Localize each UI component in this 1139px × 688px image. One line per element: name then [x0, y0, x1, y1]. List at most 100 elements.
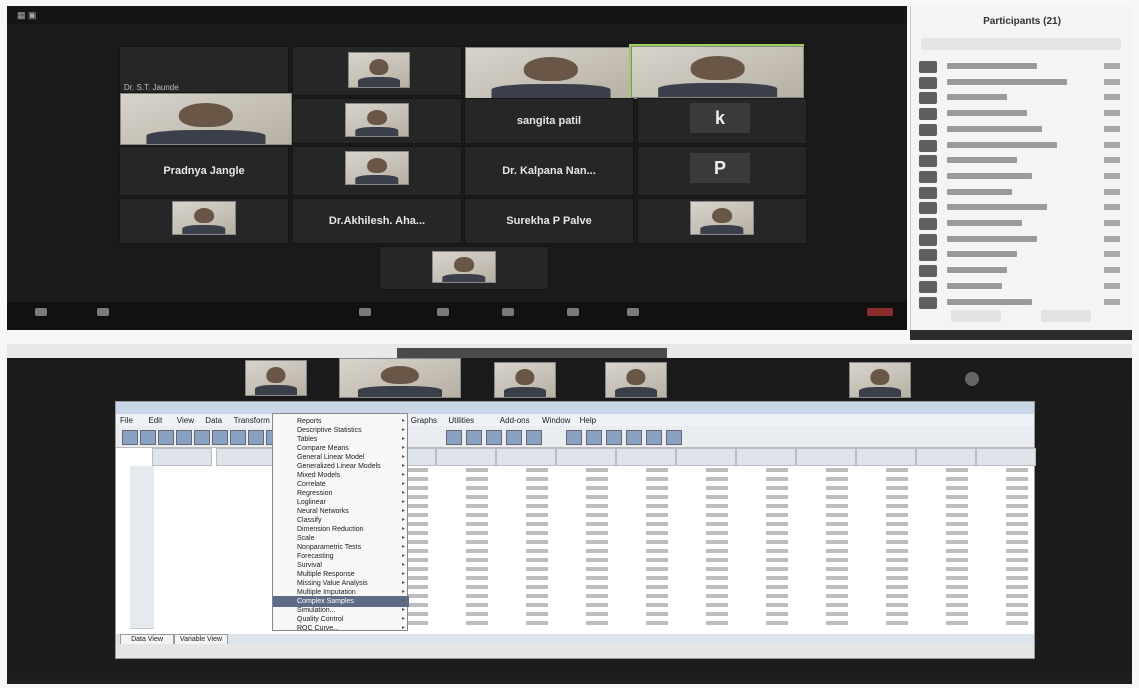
unmute-me-button[interactable]	[1041, 310, 1091, 322]
spss-menu-item[interactable]: Utilities	[448, 416, 474, 425]
table-cell[interactable]	[1006, 477, 1028, 481]
column-header[interactable]	[856, 448, 916, 466]
table-cell[interactable]	[706, 522, 728, 526]
table-cell[interactable]	[886, 585, 908, 589]
table-cell[interactable]	[826, 594, 848, 598]
table-cell[interactable]	[706, 531, 728, 535]
record-icon[interactable]	[567, 308, 579, 316]
table-cell[interactable]	[886, 504, 908, 508]
view-icon[interactable]: ▦ ▣	[17, 10, 37, 21]
participant-tile[interactable]: Pradnya Jangle	[119, 146, 289, 196]
participant-video[interactable]	[245, 360, 307, 396]
table-cell[interactable]	[706, 513, 728, 517]
table-cell[interactable]	[946, 576, 968, 580]
table-cell[interactable]	[766, 495, 788, 499]
table-cell[interactable]	[646, 486, 668, 490]
toolbar-icon[interactable]	[446, 430, 462, 445]
invite-button[interactable]	[951, 310, 1001, 322]
table-cell[interactable]	[646, 495, 668, 499]
table-cell[interactable]	[1006, 594, 1028, 598]
participant-tile[interactable]: k	[637, 98, 807, 144]
table-cell[interactable]	[706, 603, 728, 607]
table-cell[interactable]	[406, 495, 428, 499]
table-cell[interactable]	[1006, 531, 1028, 535]
table-cell[interactable]	[646, 477, 668, 481]
table-cell[interactable]	[406, 603, 428, 607]
table-cell[interactable]	[466, 468, 488, 472]
table-cell[interactable]	[466, 603, 488, 607]
participant-video[interactable]	[494, 362, 556, 398]
toolbar-icon[interactable]	[566, 430, 582, 445]
table-cell[interactable]	[946, 522, 968, 526]
table-cell[interactable]	[526, 531, 548, 535]
toolbar-icon[interactable]	[526, 430, 542, 445]
table-cell[interactable]	[406, 504, 428, 508]
table-cell[interactable]	[886, 513, 908, 517]
participant-list-item[interactable]	[919, 154, 1124, 168]
table-cell[interactable]	[586, 468, 608, 472]
table-cell[interactable]	[766, 549, 788, 553]
table-cell[interactable]	[766, 621, 788, 625]
table-cell[interactable]	[766, 558, 788, 562]
table-cell[interactable]	[946, 504, 968, 508]
table-cell[interactable]	[526, 468, 548, 472]
table-cell[interactable]	[706, 621, 728, 625]
table-cell[interactable]	[406, 558, 428, 562]
column-header[interactable]	[436, 448, 496, 466]
table-cell[interactable]	[766, 585, 788, 589]
table-cell[interactable]	[1006, 513, 1028, 517]
spss-menu-item[interactable]: File	[120, 416, 133, 425]
column-header[interactable]	[676, 448, 736, 466]
table-cell[interactable]	[946, 513, 968, 517]
table-cell[interactable]	[946, 531, 968, 535]
table-cell[interactable]	[466, 531, 488, 535]
spss-menu-item[interactable]: Edit	[148, 416, 162, 425]
reactions-icon[interactable]	[627, 308, 639, 316]
participant-list-item[interactable]	[919, 186, 1124, 200]
column-header[interactable]	[976, 448, 1036, 466]
table-cell[interactable]	[826, 585, 848, 589]
table-cell[interactable]	[646, 549, 668, 553]
table-cell[interactable]	[646, 558, 668, 562]
table-cell[interactable]	[826, 504, 848, 508]
column-header[interactable]	[736, 448, 796, 466]
participant-tile[interactable]: P	[637, 146, 807, 196]
table-cell[interactable]	[766, 522, 788, 526]
end-meeting-button[interactable]	[867, 308, 893, 316]
toolbar-icon[interactable]	[646, 430, 662, 445]
table-cell[interactable]	[946, 495, 968, 499]
table-cell[interactable]	[586, 585, 608, 589]
microphone-icon[interactable]	[35, 308, 47, 316]
active-speaker-tile[interactable]	[629, 44, 804, 98]
participant-tile[interactable]: Dr.Akhilesh. Aha...	[292, 198, 462, 244]
table-cell[interactable]	[526, 567, 548, 571]
table-cell[interactable]	[646, 576, 668, 580]
table-cell[interactable]	[886, 495, 908, 499]
table-cell[interactable]	[886, 531, 908, 535]
table-cell[interactable]	[466, 540, 488, 544]
toolbar-icon[interactable]	[122, 430, 138, 445]
table-cell[interactable]	[706, 594, 728, 598]
table-cell[interactable]	[406, 621, 428, 625]
table-cell[interactable]	[406, 549, 428, 553]
table-cell[interactable]	[586, 522, 608, 526]
table-cell[interactable]	[706, 612, 728, 616]
table-cell[interactable]	[766, 468, 788, 472]
table-cell[interactable]	[706, 558, 728, 562]
table-cell[interactable]	[706, 540, 728, 544]
table-cell[interactable]	[946, 468, 968, 472]
table-cell[interactable]	[886, 603, 908, 607]
table-cell[interactable]	[646, 522, 668, 526]
table-cell[interactable]	[826, 531, 848, 535]
participant-video[interactable]	[605, 362, 667, 398]
participant-list-item[interactable]	[919, 123, 1124, 137]
participant-video[interactable]	[339, 358, 461, 398]
next-page-icon[interactable]	[965, 372, 979, 386]
table-cell[interactable]	[826, 513, 848, 517]
table-cell[interactable]	[466, 504, 488, 508]
table-cell[interactable]	[886, 549, 908, 553]
spss-menu-item[interactable]: Window	[542, 416, 570, 425]
table-cell[interactable]	[406, 513, 428, 517]
table-cell[interactable]	[526, 477, 548, 481]
table-cell[interactable]	[646, 603, 668, 607]
